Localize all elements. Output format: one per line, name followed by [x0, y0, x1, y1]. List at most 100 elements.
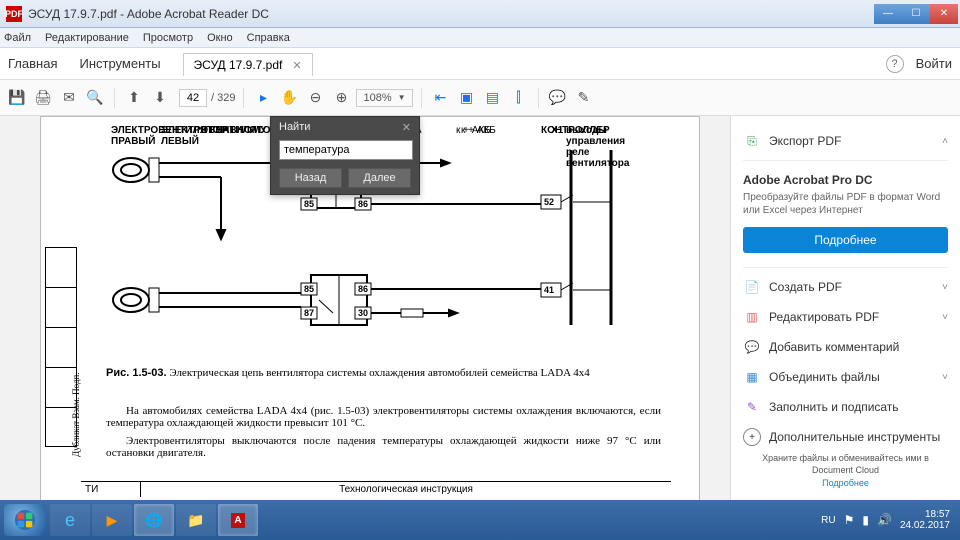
- task-ie[interactable]: e: [50, 504, 90, 536]
- tab-document-label: ЭСУД 17.9.7.pdf: [194, 58, 283, 72]
- tray-lang[interactable]: RU: [821, 515, 835, 526]
- layout2-icon[interactable]: ⫿: [508, 87, 530, 109]
- svg-text:30: 30: [358, 308, 368, 318]
- menu-edit[interactable]: Редактирование: [45, 32, 129, 44]
- task-media[interactable]: ▶: [92, 504, 132, 536]
- edit-icon: ▥: [743, 308, 761, 326]
- hand-icon[interactable]: ✋: [278, 87, 300, 109]
- cloud-text: Храните файлы и обменивайтесь ими в Docu…: [762, 453, 929, 475]
- fill-label: Заполнить и подписать: [769, 400, 899, 414]
- layout1-icon[interactable]: ▤: [482, 87, 504, 109]
- pro-title: Adobe Acrobat Pro DC: [743, 173, 948, 187]
- task-chrome[interactable]: 🌐: [134, 504, 174, 536]
- export-label: Экспорт PDF: [769, 134, 841, 148]
- label-outputs: выходыуправлениярелевентилятора: [566, 125, 629, 169]
- menubar: Файл Редактирование Просмотр Окно Справк…: [0, 28, 960, 48]
- export-pdf-row[interactable]: ⎘ Экспорт PDF ˄: [743, 126, 948, 156]
- zoom-out-icon[interactable]: ⊖: [304, 87, 326, 109]
- cloud-link[interactable]: Подробнее: [743, 478, 948, 490]
- window-titlebar: PDF ЭСУД 17.9.7.pdf - Adobe Acrobat Read…: [0, 0, 960, 28]
- create-label: Создать PDF: [769, 280, 842, 294]
- svg-text:87: 87: [304, 308, 314, 318]
- svg-text:52: 52: [544, 197, 554, 207]
- svg-text:86: 86: [358, 199, 368, 209]
- tab-close-icon[interactable]: ✕: [292, 59, 301, 72]
- figure-caption: Рис. 1.5-03. Электрическая цепь вентилят…: [106, 367, 661, 379]
- network-icon[interactable]: ▮: [862, 513, 869, 527]
- label-akb2: к + АКБ: [461, 125, 496, 136]
- comment-row[interactable]: 💬 Добавить комментарий: [743, 332, 948, 362]
- window-controls: — ☐ ✕: [874, 4, 958, 24]
- plus-icon: +: [743, 428, 761, 446]
- find-close-icon[interactable]: ✕: [402, 121, 411, 134]
- page-indicator: / 329: [175, 89, 235, 107]
- zoom-select[interactable]: 108% ▼: [356, 89, 412, 107]
- find-back-button[interactable]: Назад: [279, 168, 342, 188]
- tray-time: 18:57: [900, 509, 950, 520]
- sound-icon[interactable]: 🔊: [877, 513, 892, 527]
- window-title: ЭСУД 17.9.7.pdf - Adobe Acrobat Reader D…: [28, 7, 874, 21]
- footer-ti: ТИ: [81, 482, 141, 497]
- help-icon[interactable]: ?: [886, 55, 904, 73]
- page-up-icon[interactable]: ⬆: [123, 87, 145, 109]
- fill-icon: ✎: [743, 398, 761, 416]
- paragraph-1: На автомобилях семейства LADA 4х4 (рис. …: [106, 405, 661, 429]
- pro-desc: Преобразуйте файлы PDF в формат Word или…: [743, 191, 948, 217]
- taskbar: e ▶ 🌐 📁 А RU ⚑ ▮ 🔊 18:57 24.02.2017: [0, 500, 960, 540]
- login-button[interactable]: Войти: [916, 56, 952, 71]
- menu-view[interactable]: Просмотр: [143, 32, 193, 44]
- page-input[interactable]: [179, 89, 207, 107]
- select-icon[interactable]: ▸: [252, 87, 274, 109]
- cloud-promo: Храните файлы и обменивайтесь ими в Docu…: [743, 453, 948, 490]
- tab-tools[interactable]: Инструменты: [79, 56, 160, 71]
- task-explorer[interactable]: 📁: [176, 504, 216, 536]
- fill-row[interactable]: ✎ Заполнить и подписать: [743, 392, 948, 422]
- addtools-row[interactable]: + Дополнительные инструменты: [743, 422, 948, 452]
- page-down-icon[interactable]: ⬇: [149, 87, 171, 109]
- comment-label: Добавить комментарий: [769, 340, 899, 354]
- fit-width-icon[interactable]: ⇤: [430, 87, 452, 109]
- paragraph-2: Электровентиляторы выключаются после пад…: [106, 435, 661, 459]
- menu-help[interactable]: Справка: [247, 32, 290, 44]
- svg-text:85: 85: [304, 284, 314, 294]
- combine-row[interactable]: ▦Объединить файлы˅: [743, 362, 948, 392]
- comment-icon[interactable]: 💬: [547, 87, 569, 109]
- svg-text:41: 41: [544, 285, 554, 295]
- system-tray: RU ⚑ ▮ 🔊 18:57 24.02.2017: [821, 509, 956, 531]
- document-pane[interactable]: Найти ✕ Назад Далее Дубликат Взам. Подп.: [0, 116, 730, 500]
- mail-icon[interactable]: ✉: [58, 87, 80, 109]
- sign-icon[interactable]: ✎: [573, 87, 595, 109]
- flag-icon[interactable]: ⚑: [844, 513, 855, 527]
- tab-document[interactable]: ЭСУД 17.9.7.pdf ✕: [183, 53, 313, 76]
- main-area: Найти ✕ Назад Далее Дубликат Взам. Подп.: [0, 116, 960, 500]
- tab-home[interactable]: Главная: [8, 56, 57, 71]
- find-bar: Найти ✕ Назад Далее: [270, 116, 420, 195]
- addtools-label: Дополнительные инструменты: [769, 430, 940, 444]
- zoom-in-icon[interactable]: ⊕: [330, 87, 352, 109]
- find-next-button[interactable]: Далее: [348, 168, 411, 188]
- create-icon: 📄: [743, 278, 761, 296]
- task-acrobat[interactable]: А: [218, 504, 258, 536]
- edit-pdf-row[interactable]: ▥Редактировать PDF˅: [743, 302, 948, 332]
- fit-page-icon[interactable]: ▣: [456, 87, 478, 109]
- print-icon[interactable]: 🖨: [32, 87, 54, 109]
- tray-clock[interactable]: 18:57 24.02.2017: [900, 509, 950, 531]
- search-icon[interactable]: 🔍: [84, 87, 106, 109]
- find-input[interactable]: [279, 140, 413, 160]
- chevron-up-icon: ˄: [942, 136, 948, 147]
- close-button[interactable]: ✕: [930, 4, 958, 24]
- save-icon[interactable]: 💾: [6, 87, 28, 109]
- find-title: Найти ✕: [271, 117, 419, 138]
- minimize-button[interactable]: —: [874, 4, 902, 24]
- comment-icon: 💬: [743, 338, 761, 356]
- menu-window[interactable]: Окно: [207, 32, 233, 44]
- start-button[interactable]: [4, 504, 46, 536]
- menu-file[interactable]: Файл: [4, 32, 31, 44]
- windows-icon: [14, 509, 36, 531]
- footer-text: Технологическая инструкция: [141, 482, 671, 497]
- maximize-button[interactable]: ☐: [902, 4, 930, 24]
- tray-date: 24.02.2017: [900, 520, 950, 531]
- more-button[interactable]: Подробнее: [743, 227, 948, 253]
- create-pdf-row[interactable]: 📄Создать PDF˅: [743, 272, 948, 302]
- find-title-label: Найти: [279, 121, 310, 134]
